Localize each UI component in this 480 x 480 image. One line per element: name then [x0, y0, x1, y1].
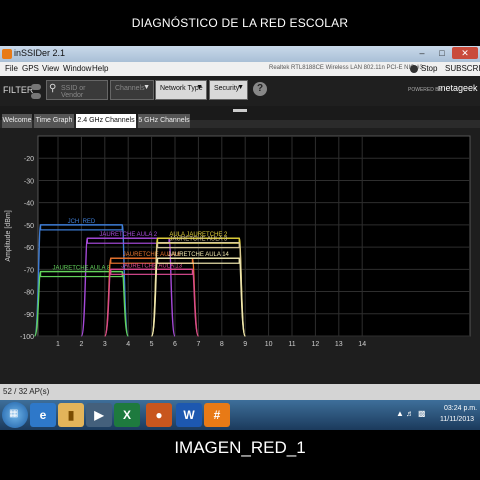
- tab-bar: Welcome Time Graph 2.4 GHz Channels 5 GH…: [0, 114, 480, 128]
- x-tick-label: 13: [335, 341, 343, 348]
- media-player-icon[interactable]: ▶: [86, 403, 112, 427]
- volume-icon[interactable]: ♬: [406, 409, 414, 418]
- network-label: JAURETCHE AULA 13: [121, 263, 183, 269]
- minimize-button[interactable]: –: [413, 47, 431, 59]
- channel-graph: -20-30-40-50-60-70-80-90-1001 2 3 4 5 6 7 8 9 10 1…: [5, 135, 471, 348]
- network-icon[interactable]: ▩: [418, 409, 426, 418]
- stop-button[interactable]: Stop: [421, 64, 437, 73]
- ap-count: 52 / 32 AP(s): [3, 387, 50, 396]
- x-tick-label: 12: [312, 341, 320, 348]
- y-tick-label: -30: [24, 178, 34, 185]
- filter-toggle-icon[interactable]: [31, 84, 41, 90]
- filter-bar: FILTER ⚲ SSID or Vendor Channels ▼ Netwo…: [0, 76, 480, 106]
- title-bar: inSSIDer 2.1 – □ ✕: [0, 46, 480, 62]
- security-label: Security: [214, 85, 240, 92]
- y-tick-label: -70: [24, 267, 34, 274]
- x-tick-label: 8: [220, 341, 224, 348]
- x-tick-label: 1: [56, 341, 60, 348]
- x-tick-label: 3: [103, 341, 107, 348]
- close-button[interactable]: ✕: [452, 47, 478, 59]
- channels-label: Channels: [115, 85, 145, 92]
- x-tick-label: 11: [288, 341, 295, 348]
- channel-graph-panel: -20 -30 -40 -50 -60 -70 -80 -90 -100 1 2 3 4 5 6 7 8 9 10 1…: [0, 128, 480, 384]
- security-dropdown[interactable]: Security ▼: [209, 80, 248, 100]
- tab-time-graph[interactable]: Time Graph: [34, 114, 74, 128]
- x-tick-label: 14: [358, 341, 366, 348]
- y-tick-label: -90: [24, 312, 34, 319]
- menu-file[interactable]: File: [5, 64, 18, 73]
- search-icon: ⚲: [49, 83, 57, 94]
- help-button[interactable]: ?: [253, 82, 267, 96]
- action-center-icon[interactable]: ▲: [396, 409, 404, 418]
- menu-help[interactable]: Help: [92, 64, 108, 73]
- metageek-logo[interactable]: metageek: [438, 83, 478, 93]
- channels-dropdown[interactable]: Channels ▼: [110, 80, 154, 100]
- subscribe-link[interactable]: SUBSCRIBE: [445, 64, 480, 73]
- x-tick-label: 7: [196, 341, 200, 348]
- powered-by-label: POWERED BY: [408, 87, 442, 93]
- x-tick-label: 4: [126, 341, 130, 348]
- word-icon[interactable]: W: [176, 403, 202, 427]
- maximize-button[interactable]: □: [433, 47, 451, 59]
- tab-welcome[interactable]: Welcome: [2, 114, 32, 128]
- chevron-down-icon: ▼: [237, 84, 244, 91]
- x-tick-label: 9: [243, 341, 247, 348]
- y-tick-label: -20: [24, 156, 34, 163]
- menu-view[interactable]: View: [42, 64, 59, 73]
- x-tick-label: 10: [265, 341, 273, 348]
- stop-icon[interactable]: [410, 65, 418, 73]
- network-type-dropdown[interactable]: Network Type ▼: [155, 80, 207, 100]
- filter-label: FILTER: [3, 85, 34, 95]
- chevron-down-icon: ▼: [143, 84, 150, 91]
- app-icon: [2, 49, 12, 59]
- network-label: JAURETCHE AULA 8: [53, 266, 111, 272]
- x-tick-label: 6: [173, 341, 177, 348]
- taskbar: ▦ e ▮ ▶ X ● W # ▲ ♬ ▩ 03:24 p.m. 11/11/2…: [0, 400, 480, 430]
- x-tick-label: 5: [150, 341, 154, 348]
- search-placeholder: SSID or Vendor: [61, 85, 86, 99]
- tab-5-ghz-channels[interactable]: 5 GHz Channels: [138, 114, 190, 128]
- inssider-window: inSSIDer 2.1 – □ ✕ File GPS View Window …: [0, 46, 480, 400]
- y-tick-label: -60: [24, 245, 34, 252]
- menu-window[interactable]: Window: [63, 64, 91, 73]
- windows-logo-icon[interactable]: ▦: [9, 408, 18, 419]
- filter-toggle-icon[interactable]: [31, 93, 41, 99]
- network-label: JAURETCHE AULA 2: [99, 232, 157, 238]
- chevron-down-icon: ▼: [196, 84, 203, 91]
- top-caption: DIAGNÓSTICO DE LA RED ESCOLAR: [131, 16, 349, 30]
- y-tick-label: -80: [24, 290, 34, 297]
- menu-bar: File GPS View Window Help Realtek RTL818…: [0, 62, 480, 76]
- network-label: JAURETCHE AULA 3: [170, 237, 228, 243]
- menu-gps[interactable]: GPS: [22, 64, 39, 73]
- y-tick-label: -100: [20, 334, 34, 341]
- tab-2-4-ghz-channels[interactable]: 2.4 GHz Channels: [76, 114, 136, 128]
- y-tick-label: -40: [24, 201, 34, 208]
- x-tick-label: 2: [79, 341, 83, 348]
- clock-time[interactable]: 03:24 p.m.: [444, 405, 477, 412]
- network-label: JAURETCHE AULA 14: [168, 252, 230, 258]
- y-axis-label: Amplitude [dBm]: [5, 210, 12, 261]
- internet-explorer-icon[interactable]: e: [30, 403, 56, 427]
- file-explorer-icon[interactable]: ▮: [58, 403, 84, 427]
- adapter-select[interactable]: Realtek RTL8188CE Wireless LAN 802.11n P…: [269, 65, 423, 71]
- excel-icon[interactable]: X: [114, 403, 140, 427]
- y-tick-label: -50: [24, 223, 34, 230]
- search-input[interactable]: ⚲ SSID or Vendor: [46, 80, 108, 100]
- bottom-caption: IMAGEN_RED_1: [174, 438, 306, 457]
- splitter-grip-icon[interactable]: [233, 109, 247, 112]
- clock-date[interactable]: 11/11/2013: [440, 416, 474, 423]
- firefox-icon[interactable]: ●: [146, 403, 172, 427]
- inssider-icon[interactable]: #: [204, 403, 230, 427]
- network-label: JCH_RED: [68, 219, 96, 225]
- window-title: inSSIDer 2.1: [14, 48, 66, 58]
- status-bar: 52 / 32 AP(s): [0, 384, 480, 400]
